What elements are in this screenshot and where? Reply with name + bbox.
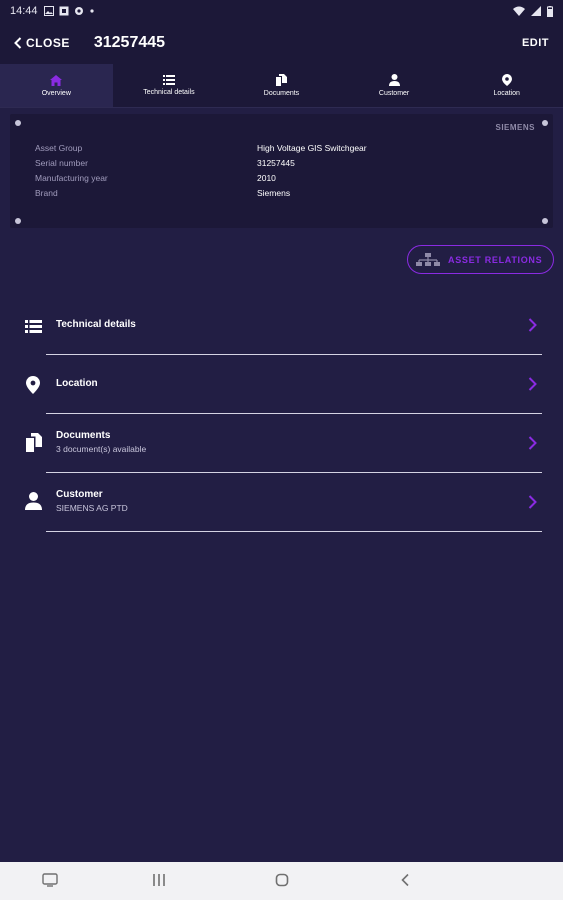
screen-mirror-button[interactable] — [42, 873, 58, 892]
asset-row: Manufacturing year 2010 — [35, 173, 535, 183]
asset-row-value: 31257445 — [257, 158, 295, 168]
close-label: CLOSE — [26, 36, 70, 50]
person-icon — [388, 74, 400, 86]
back-chevron-icon — [401, 873, 409, 887]
card-corner-dot — [15, 120, 21, 126]
tab-location[interactable]: Location — [450, 64, 563, 107]
section-technical-details[interactable]: Technical details — [0, 296, 563, 355]
tab-label: Customer — [378, 90, 410, 97]
section-subtitle: SIEMENS AG PTD — [56, 503, 128, 513]
tab-label: Overview — [41, 89, 71, 97]
section-location[interactable]: Location — [0, 355, 563, 414]
tab-label: Documents — [263, 90, 300, 97]
asset-summary-card: SIEMENS Asset Group High Voltage GIS Swi… — [10, 114, 553, 228]
section-label: Location — [56, 378, 98, 389]
section-documents[interactable]: Documents 3 document(s) available — [0, 414, 563, 473]
close-button[interactable]: CLOSE — [14, 36, 70, 50]
status-bar: 14:44 — [0, 0, 563, 22]
battery-icon — [547, 5, 553, 17]
section-label: Customer — [56, 489, 103, 500]
chevron-right-icon — [528, 436, 537, 450]
screen-icon — [42, 873, 58, 887]
back-button[interactable] — [400, 873, 410, 892]
home-circle-icon — [275, 873, 289, 887]
tab-technical-details[interactable]: Technical details — [113, 64, 226, 107]
card-corner-dot — [542, 120, 548, 126]
card-corner-dot — [542, 218, 548, 224]
divider — [46, 530, 542, 532]
section-label: Documents — [56, 430, 111, 441]
list-icon — [24, 319, 42, 333]
recent-apps-icon — [153, 874, 165, 886]
image-icon — [43, 6, 54, 16]
asset-row-value: Siemens — [257, 188, 291, 198]
asset-row-key: Asset Group — [35, 143, 83, 153]
recent-apps-button[interactable] — [152, 873, 166, 892]
system-navigation-bar — [0, 862, 563, 900]
section-list: Technical details Location Documents 3 d… — [0, 296, 563, 532]
asset-row-key: Serial number — [35, 158, 88, 168]
home-icon — [50, 74, 63, 86]
edit-button[interactable]: EDIT — [522, 37, 549, 49]
app-bar: CLOSE 31257445 EDIT — [0, 22, 563, 64]
section-subtitle: 3 document(s) available — [56, 444, 147, 454]
home-button[interactable] — [275, 873, 289, 892]
asset-row: Asset Group High Voltage GIS Switchgear — [35, 143, 535, 153]
list-icon — [162, 75, 175, 85]
page-title: 31257445 — [93, 34, 166, 51]
chevron-left-icon — [14, 37, 22, 49]
section-customer[interactable]: Customer SIEMENS AG PTD — [0, 473, 563, 532]
wifi-icon — [513, 6, 525, 16]
location-pin-icon — [501, 74, 512, 86]
documents-icon — [276, 74, 288, 86]
tab-customer[interactable]: Customer — [338, 64, 451, 107]
asset-row: Serial number 31257445 — [35, 158, 535, 168]
card-corner-dot — [15, 218, 21, 224]
brand-logo: SIEMENS — [495, 123, 535, 132]
signal-icon — [531, 6, 541, 16]
section-label: Technical details — [56, 319, 136, 330]
tab-documents[interactable]: Documents — [225, 64, 338, 107]
chevron-right-icon — [528, 377, 537, 391]
asset-row: Brand Siemens — [35, 188, 535, 198]
tab-bar: Overview Technical details Documents Cus… — [0, 64, 563, 108]
asset-row-key: Brand — [35, 188, 58, 198]
documents-icon — [25, 432, 42, 452]
settings-icon — [74, 7, 83, 15]
tab-label: Location — [493, 90, 520, 97]
chevron-right-icon — [528, 318, 537, 332]
dot-icon — [89, 9, 94, 13]
location-pin-icon — [26, 376, 40, 394]
tab-overview[interactable]: Overview — [0, 64, 113, 107]
sim-icon — [59, 6, 69, 16]
person-icon — [24, 492, 42, 510]
tab-label: Technical details — [143, 89, 195, 96]
asset-row-value: High Voltage GIS Switchgear — [257, 143, 367, 153]
hierarchy-icon — [416, 252, 440, 266]
asset-relations-button[interactable]: ASSET RELATIONS — [407, 245, 554, 274]
asset-row-value: 2010 — [257, 173, 276, 183]
chevron-right-icon — [528, 495, 537, 509]
asset-row-key: Manufacturing year — [35, 173, 108, 183]
asset-relations-label: ASSET RELATIONS — [448, 254, 543, 265]
status-time: 14:44 — [10, 5, 38, 17]
